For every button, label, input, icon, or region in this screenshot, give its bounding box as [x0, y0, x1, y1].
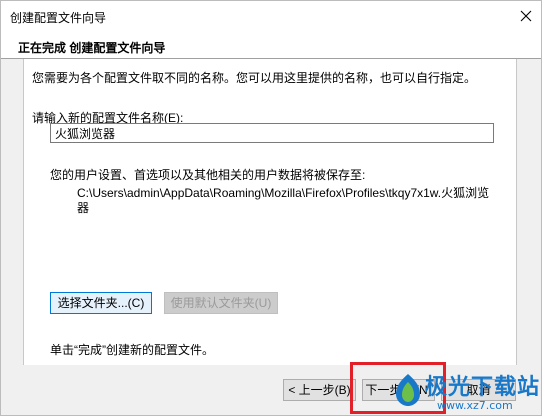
close-button[interactable]: [511, 1, 541, 31]
page-title: 正在完成 创建配置文件向导: [18, 41, 166, 55]
use-default-folder-button[interactable]: 使用默认文件夹(U): [164, 292, 278, 314]
watermark: 极光下载站 www.xz7.com: [393, 369, 541, 415]
wizard-header: 正在完成 创建配置文件向导: [1, 31, 541, 58]
choose-folder-button[interactable]: 选择文件夹...(C): [50, 292, 152, 314]
wizard-window: 创建配置文件向导 正在完成 创建配置文件向导 您需要为各个配置文件取不同的名称。…: [0, 0, 542, 416]
watermark-url: www.xz7.com: [437, 399, 513, 412]
save-location-description: 您的用户设置、首选项以及其他相关的用户数据将被保存至:: [50, 168, 366, 182]
close-icon: [520, 10, 532, 22]
profile-name-input[interactable]: [50, 123, 494, 143]
window-title: 创建配置文件向导: [10, 11, 107, 25]
title-bar: 创建配置文件向导: [1, 1, 541, 31]
save-path: C:\Users\admin\AppData\Roaming\Mozilla\F…: [77, 186, 490, 215]
back-button[interactable]: < 上一步(B): [283, 379, 356, 401]
watermark-text: 极光下载站: [425, 375, 541, 400]
watermark-logo-icon: [396, 374, 420, 406]
intro-text: 您需要为各个配置文件取不同的名称。您可以用这里提供的名称，也可以自行指定。: [32, 71, 477, 85]
finish-note: 单击“完成”创建新的配置文件。: [50, 343, 214, 357]
